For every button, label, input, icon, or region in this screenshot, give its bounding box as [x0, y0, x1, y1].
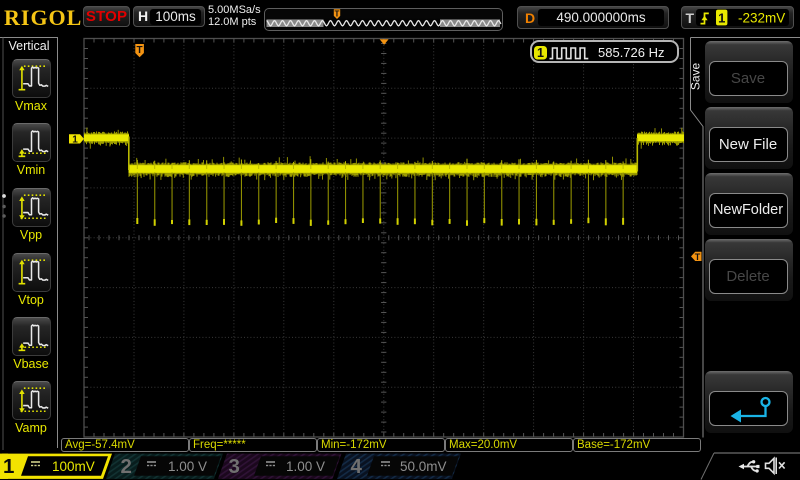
svg-text:-232mV: -232mV [738, 11, 785, 26]
svg-text:T: T [137, 45, 143, 56]
svg-text:1: 1 [537, 46, 544, 60]
svg-text:1: 1 [718, 10, 725, 25]
svg-text:Save: Save [689, 63, 703, 91]
svg-text:1: 1 [72, 135, 78, 146]
svg-text:T: T [335, 9, 340, 18]
svg-text:585.726 Hz: 585.726 Hz [598, 45, 665, 60]
svg-text:T: T [695, 252, 701, 262]
